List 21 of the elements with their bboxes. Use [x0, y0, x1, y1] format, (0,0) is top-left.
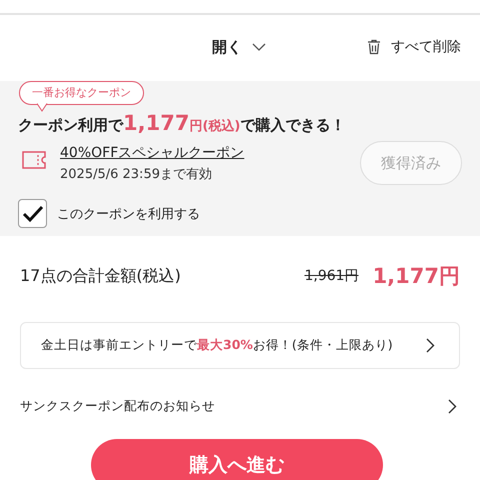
- checkbox-label: このクーポンを利用する: [57, 206, 200, 222]
- use-coupon-checkbox[interactable]: [18, 199, 47, 228]
- expand-toggle[interactable]: 開く: [212, 38, 266, 56]
- notice-text: サンクスクーポン配布のお知らせ: [20, 398, 215, 414]
- total-label: 17点の合計金額(税込): [20, 266, 181, 286]
- best-coupon-badge: 一番お得なクーポン: [19, 81, 144, 105]
- coupon-headline: クーポン利用で1,177円(税込)で購入できる！: [18, 111, 346, 135]
- coupon-expiry: 2025/5/6 23:59まで有効: [60, 166, 213, 182]
- total-price: 1,177円: [372, 263, 460, 290]
- coupon-title-link[interactable]: 40%OFFスペシャルクーポン: [60, 144, 244, 162]
- chevron-down-icon: [252, 42, 266, 52]
- promo-text: 金土日は事前エントリーで最大30%お得！(条件・上限あり): [41, 337, 393, 354]
- notice-link[interactable]: サンクスクーポン配布のお知らせ: [20, 391, 460, 421]
- chevron-right-icon: [448, 398, 457, 414]
- chevron-right-icon: [426, 338, 435, 353]
- trash-icon: [367, 39, 381, 55]
- ticket-icon: [22, 151, 46, 169]
- promo-banner[interactable]: 金土日は事前エントリーで最大30%お得！(条件・上限あり): [20, 322, 460, 369]
- original-price: 1,961円: [304, 267, 359, 285]
- purchase-button[interactable]: 購入へ進む: [91, 439, 383, 480]
- delete-all-button[interactable]: すべて削除: [367, 38, 461, 56]
